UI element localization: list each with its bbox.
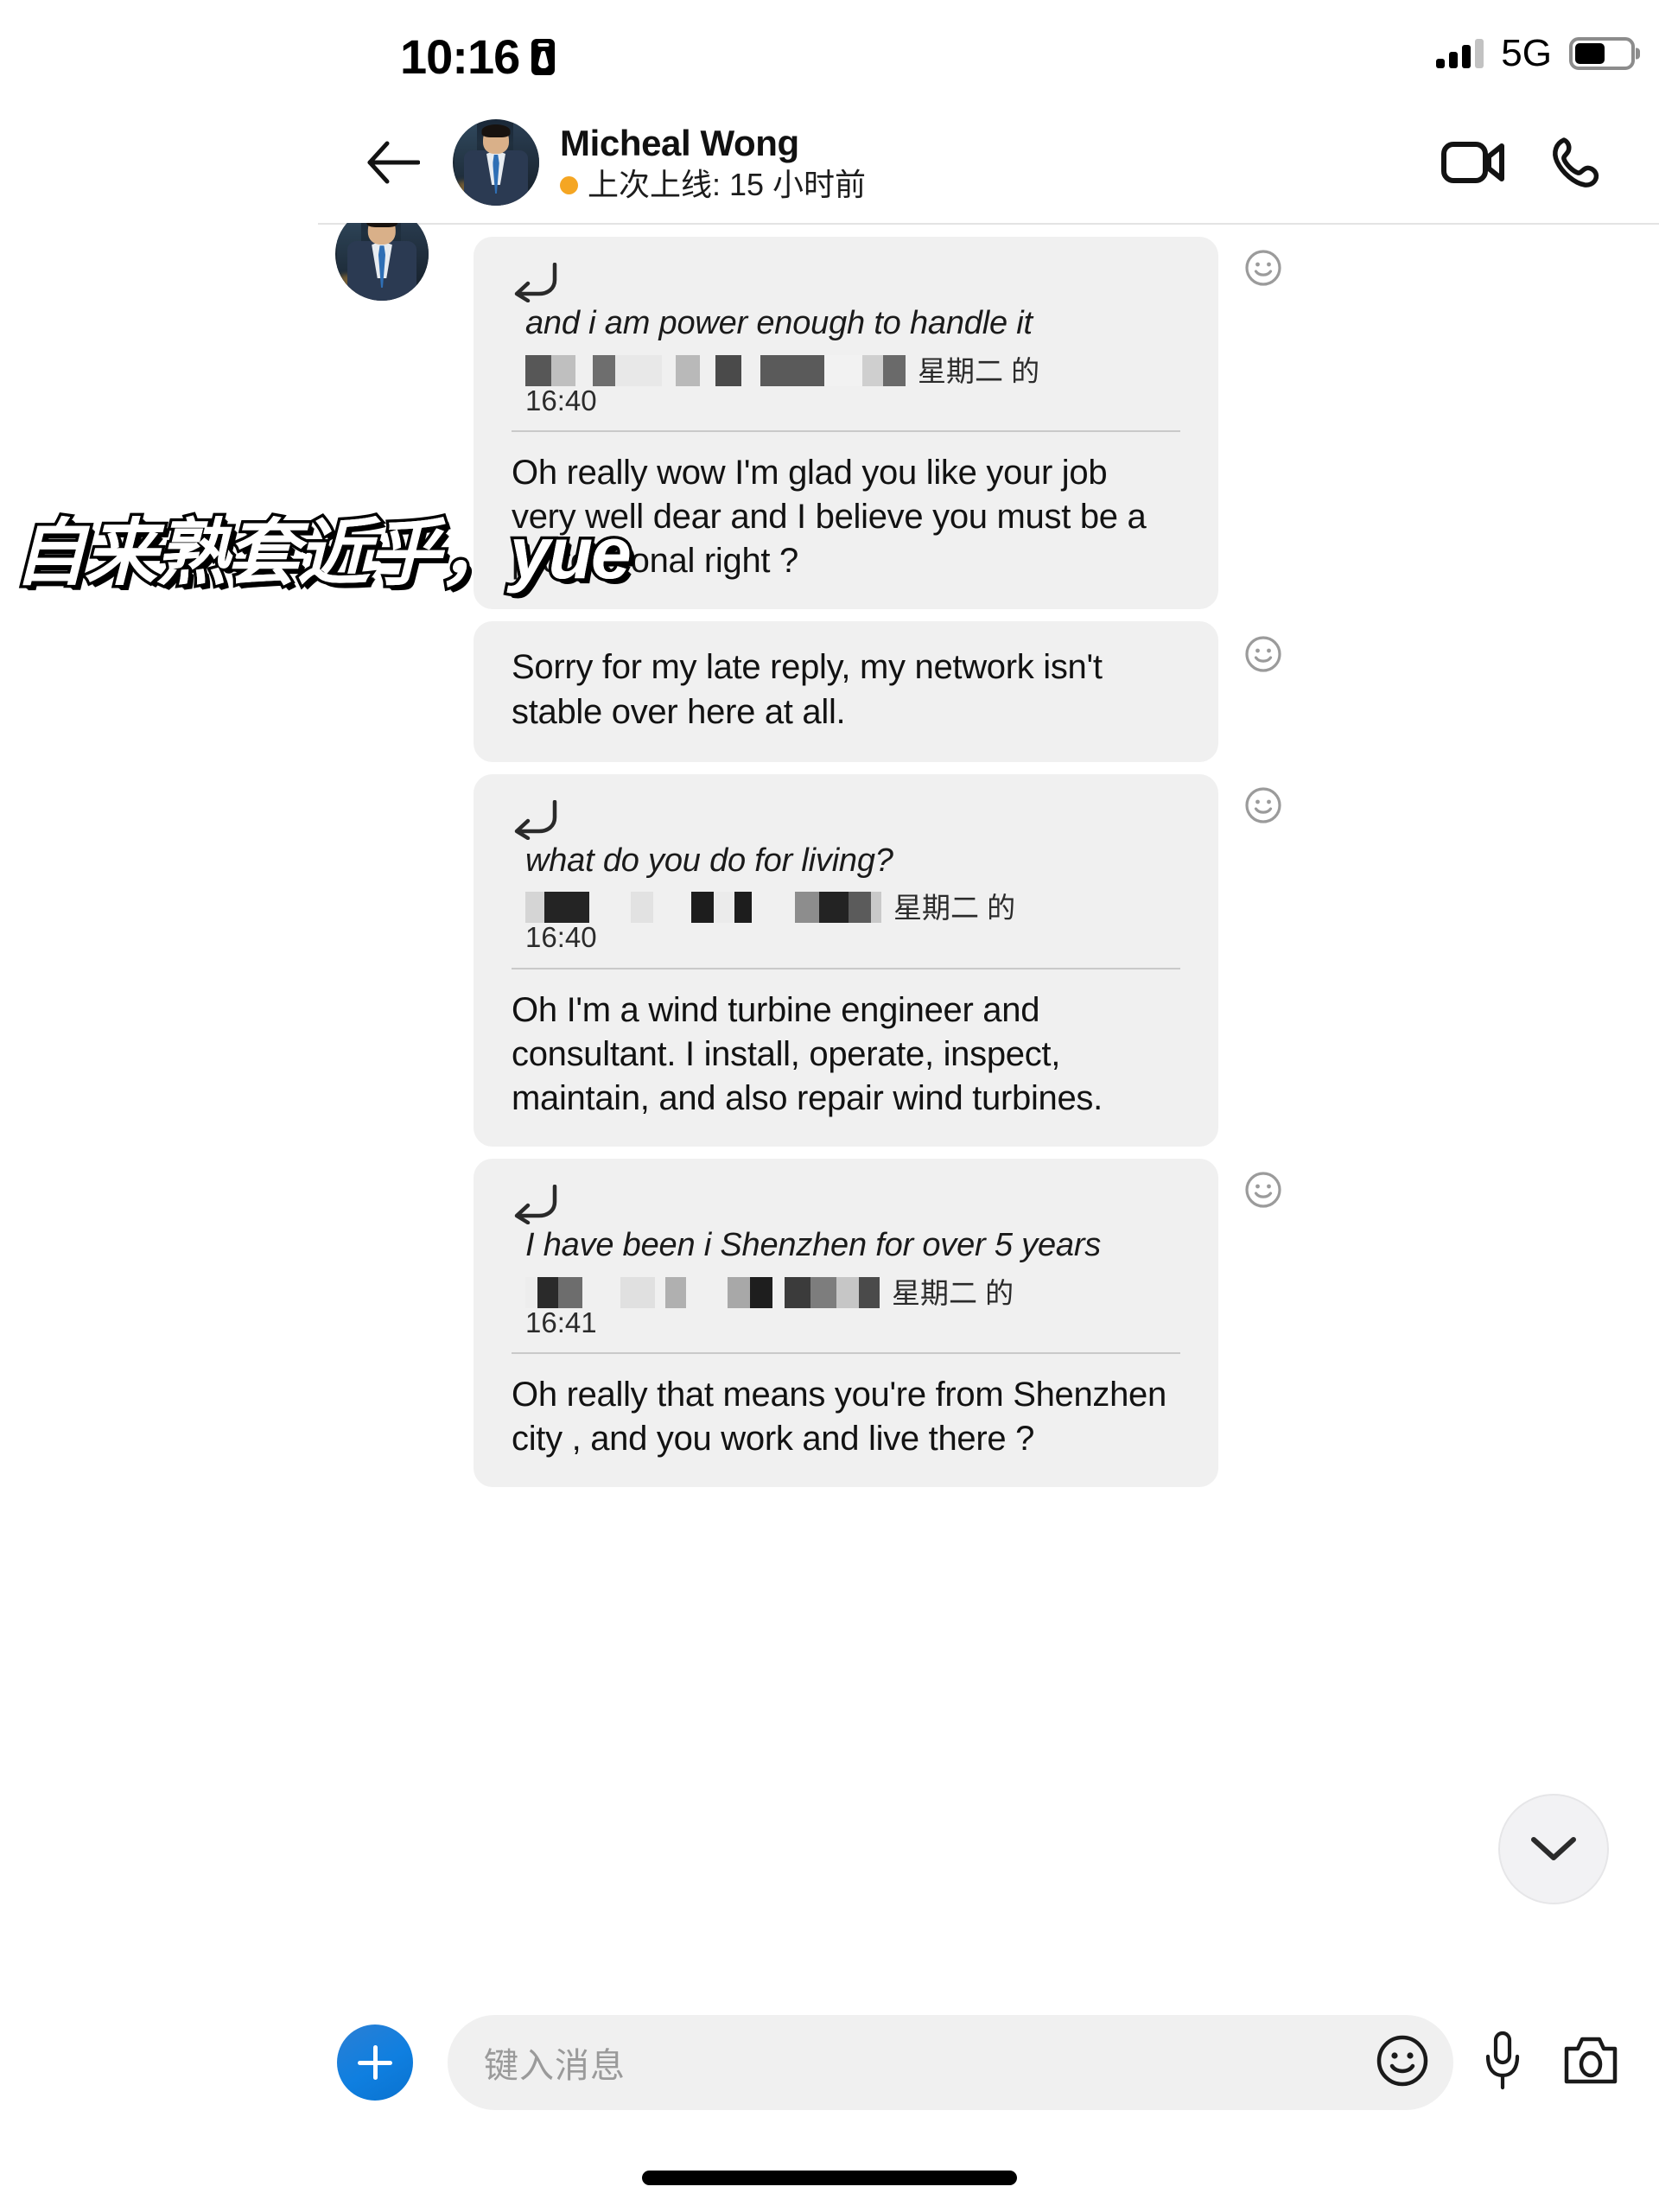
quoted-day: 星期二 的 bbox=[918, 354, 1040, 387]
message-input-placeholder: 键入消息 bbox=[484, 2047, 626, 2085]
home-indicator-area bbox=[0, 2143, 1659, 2212]
camera-icon bbox=[1564, 2037, 1618, 2083]
message-input-field[interactable]: 键入消息 bbox=[448, 2015, 1453, 2110]
header-actions bbox=[1441, 136, 1600, 189]
avatar-photo bbox=[453, 119, 539, 206]
reply-indicator bbox=[474, 1159, 1218, 1225]
quoted-message: what do you do for living? 星期二 的 16:40 bbox=[474, 840, 1218, 954]
emoji-button[interactable] bbox=[1376, 2034, 1429, 2092]
redacted-author-name bbox=[525, 1276, 880, 1308]
redacted-author-name bbox=[525, 892, 881, 924]
message-text: Oh really that means you're from Shenzhe… bbox=[512, 1376, 1166, 1459]
smiley-icon bbox=[1376, 2035, 1428, 2086]
quoted-text: what do you do for living? bbox=[525, 842, 893, 879]
reply-indicator bbox=[474, 774, 1218, 841]
quoted-time: 16:40 bbox=[525, 384, 597, 416]
quoted-day: 星期二 的 bbox=[892, 1276, 1014, 1309]
back-arrow-icon bbox=[367, 141, 420, 184]
scroll-to-bottom-button[interactable] bbox=[1498, 1794, 1609, 1904]
quoted-day: 星期二 的 bbox=[893, 892, 1016, 925]
network-type-label: 5G bbox=[1501, 32, 1552, 74]
quoted-meta: 星期二 的 bbox=[525, 1276, 1180, 1311]
video-camera-icon bbox=[1441, 142, 1504, 183]
id-badge-icon bbox=[531, 39, 556, 75]
message-composer: 键入消息 bbox=[0, 1982, 1659, 2143]
smiley-reaction-icon bbox=[1245, 250, 1281, 286]
last-seen-label: 上次上线: 15 小时前 bbox=[588, 167, 867, 203]
message-bubble[interactable]: what do you do for living? 星期二 的 16:40 O… bbox=[474, 773, 1281, 1147]
chat-header: Micheal Wong 上次上线: 15 小时前 bbox=[0, 102, 1659, 223]
reaction-button[interactable] bbox=[1244, 786, 1282, 829]
contact-avatar[interactable] bbox=[453, 119, 539, 206]
back-button[interactable] bbox=[346, 140, 441, 185]
quoted-meta: 星期二 的 bbox=[525, 354, 1180, 389]
contact-info[interactable]: Micheal Wong 上次上线: 15 小时前 bbox=[560, 123, 1441, 202]
quoted-meta: 星期二 的 bbox=[525, 892, 1180, 925]
redacted-author-name bbox=[525, 354, 906, 386]
camera-button[interactable] bbox=[1562, 2034, 1619, 2092]
message-text: Sorry for my late reply, my network isn'… bbox=[512, 648, 1103, 731]
contact-name: Micheal Wong bbox=[560, 123, 799, 164]
message-list[interactable]: and i am power enough to handle it 星期二 的… bbox=[0, 223, 1659, 1982]
reaction-button[interactable] bbox=[1244, 1171, 1282, 1213]
quoted-message: I have been i Shenzhen for over 5 years bbox=[474, 1224, 1218, 1338]
chevron-down-icon bbox=[1531, 1837, 1576, 1860]
add-attachment-button[interactable] bbox=[337, 2024, 413, 2101]
contact-presence: 上次上线: 15 小时前 bbox=[560, 168, 1441, 202]
video-call-button[interactable] bbox=[1441, 139, 1505, 186]
voice-record-button[interactable] bbox=[1483, 2031, 1522, 2095]
sender-avatar[interactable] bbox=[335, 223, 429, 301]
quoted-time: 16:40 bbox=[525, 921, 597, 954]
header-divider bbox=[318, 223, 1659, 225]
cellular-signal-icon bbox=[1436, 39, 1484, 68]
reply-indicator bbox=[474, 237, 1218, 303]
smiley-reaction-icon bbox=[1245, 787, 1281, 823]
quoted-message: and i am power enough to handle it 星期二 的… bbox=[474, 302, 1218, 416]
reply-arrow-icon bbox=[514, 1184, 557, 1225]
home-indicator[interactable] bbox=[642, 2170, 1017, 2185]
phone-handset-icon bbox=[1553, 137, 1599, 188]
reaction-button[interactable] bbox=[1244, 249, 1282, 291]
reaction-button[interactable] bbox=[1244, 635, 1282, 677]
message-column: and i am power enough to handle it 星期二 的… bbox=[474, 237, 1281, 1488]
smiley-reaction-icon bbox=[1245, 636, 1281, 673]
smiley-reaction-icon bbox=[1245, 1172, 1281, 1208]
status-time-group: 10:16 bbox=[400, 29, 556, 84]
quoted-time: 16:41 bbox=[525, 1306, 597, 1338]
avatar-photo bbox=[335, 223, 429, 301]
quoted-text: I have been i Shenzhen for over 5 years bbox=[525, 1227, 1102, 1264]
battery-icon bbox=[1569, 37, 1635, 70]
message-bubble[interactable]: I have been i Shenzhen for over 5 years bbox=[474, 1159, 1281, 1488]
quoted-text: and i am power enough to handle it bbox=[525, 305, 1033, 341]
reply-arrow-icon bbox=[514, 799, 557, 841]
voice-call-button[interactable] bbox=[1550, 136, 1600, 189]
presence-dot-icon bbox=[560, 175, 578, 194]
watermark-text: 自来熟套近乎，yue bbox=[14, 512, 632, 594]
message-bubble[interactable]: Sorry for my late reply, my network isn'… bbox=[474, 621, 1281, 762]
status-time: 10:16 bbox=[400, 29, 520, 84]
messenger-chat-screen: 10:16 5G Micheal Wong 上次上线: 15 小时前 and i… bbox=[0, 0, 1659, 2212]
microphone-icon bbox=[1485, 2031, 1520, 2089]
status-bar: 10:16 5G bbox=[0, 0, 1659, 102]
reply-arrow-icon bbox=[514, 262, 557, 303]
composer-actions bbox=[1483, 2031, 1619, 2095]
status-indicators: 5G bbox=[1436, 35, 1635, 73]
message-text: Oh I'm a wind turbine engineer and consu… bbox=[512, 990, 1103, 1118]
